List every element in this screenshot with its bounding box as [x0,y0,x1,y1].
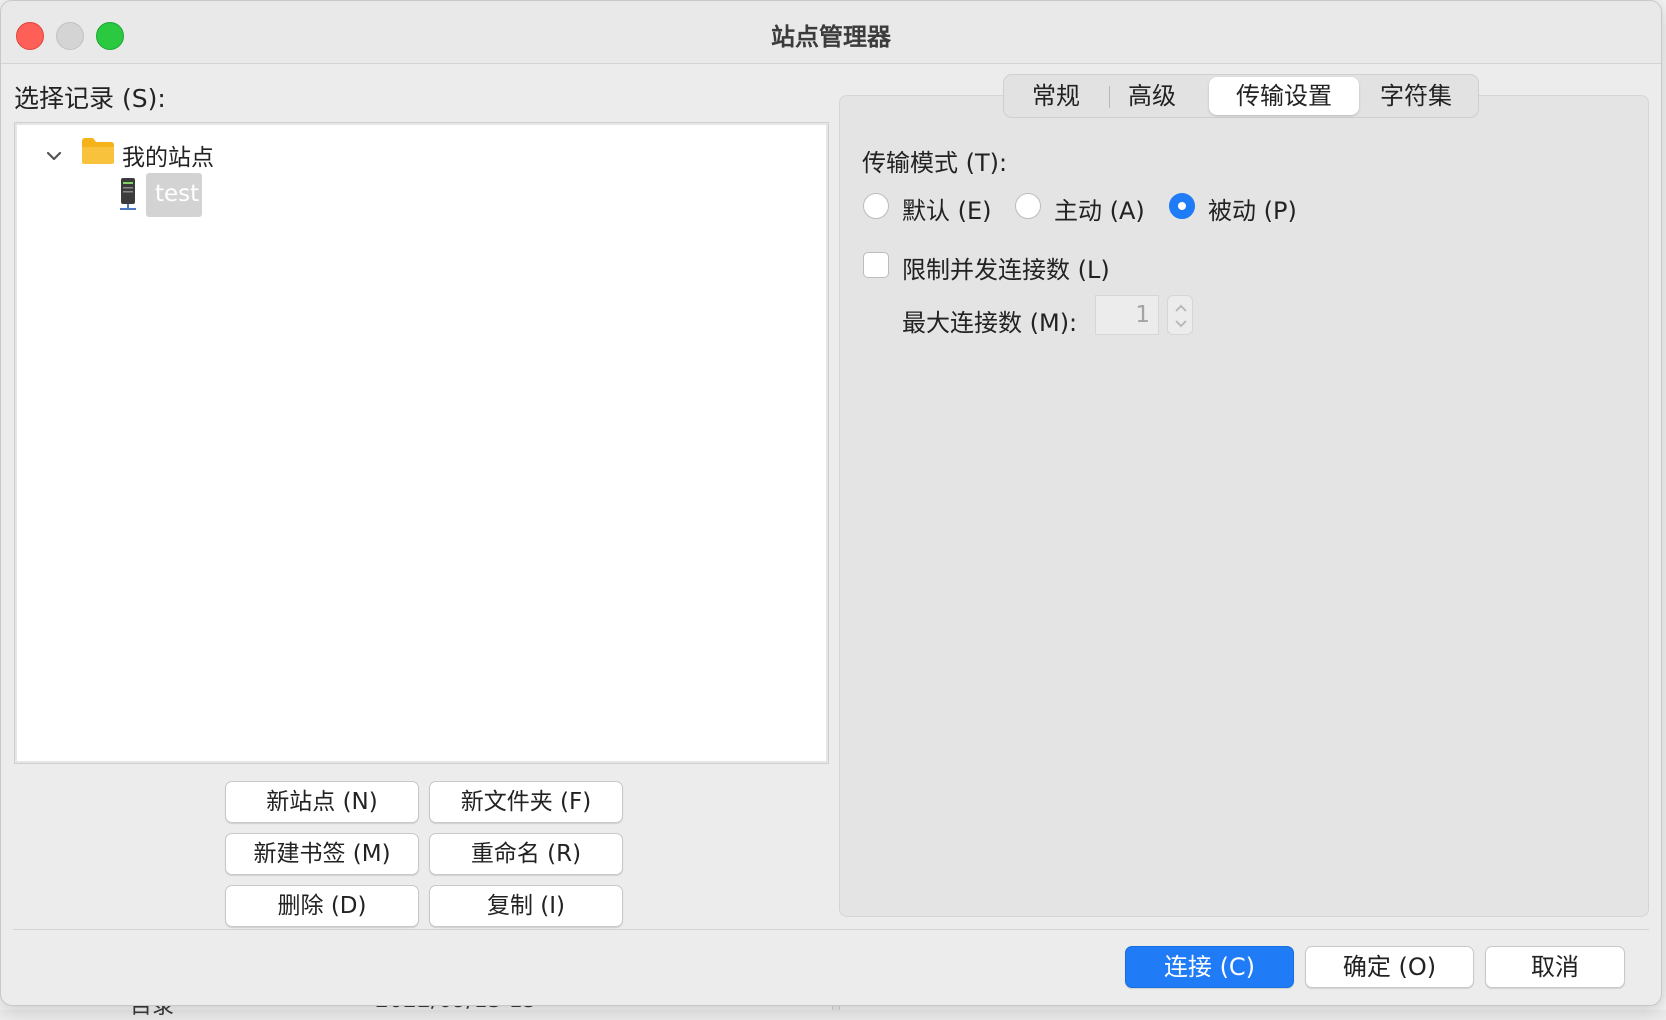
folder-icon [82,138,114,164]
copy-button[interactable]: 复制 (I) [429,885,623,927]
tab-general[interactable]: 常规 [1016,75,1096,117]
site-tree[interactable]: 我的站点 test [14,122,829,764]
tab-transfer-settings[interactable]: 传输设置 [1209,77,1359,115]
new-folder-button[interactable]: 新文件夹 (F) [429,781,623,823]
site-manager-dialog: 站点管理器 选择记录 (S): 我的站点 test 新站点 (N) 新文件夹 (… [0,0,1662,1006]
stepper-arrows-icon [1175,304,1187,328]
tree-folder-label[interactable]: 我的站点 [122,138,214,172]
tab-bar: 常规 高级 传输设置 字符集 [1003,74,1479,118]
server-icon [120,178,136,210]
connect-button[interactable]: 连接 (C) [1125,946,1294,988]
max-connections-input[interactable]: 1 [1095,295,1159,335]
title-bar: 站点管理器 [1,1,1661,64]
cancel-button[interactable]: 取消 [1485,946,1625,988]
tree-site-label: test [155,181,200,207]
ok-button[interactable]: 确定 (O) [1305,946,1474,988]
new-site-button[interactable]: 新站点 (N) [225,781,419,823]
rename-button[interactable]: 重命名 (R) [429,833,623,875]
radio-default-label[interactable]: 默认 (E) [902,191,992,226]
footer-divider [13,929,1649,930]
select-entry-label: 选择记录 (S): [14,84,166,113]
tab-advanced[interactable]: 高级 [1110,75,1194,117]
tree-site-item[interactable]: test [146,173,202,217]
new-bookmark-button[interactable]: 新建书签 (M) [225,833,419,875]
limit-connections-checkbox[interactable] [863,252,889,278]
radio-default[interactable] [863,193,889,219]
radio-active-label[interactable]: 主动 (A) [1054,191,1145,226]
radio-active[interactable] [1015,193,1041,219]
transfer-mode-label: 传输模式 (T): [862,149,1008,177]
radio-passive[interactable] [1169,193,1195,219]
delete-button[interactable]: 删除 (D) [225,885,419,927]
tab-charset[interactable]: 字符集 [1366,75,1466,117]
max-connections-stepper[interactable] [1167,295,1193,335]
chevron-down-icon[interactable] [39,141,69,171]
window-title: 站点管理器 [771,23,891,51]
radio-passive-label[interactable]: 被动 (P) [1208,191,1297,226]
max-connections-label: 最大连接数 (M): [902,309,1078,337]
limit-connections-label[interactable]: 限制并发连接数 (L) [902,250,1110,285]
